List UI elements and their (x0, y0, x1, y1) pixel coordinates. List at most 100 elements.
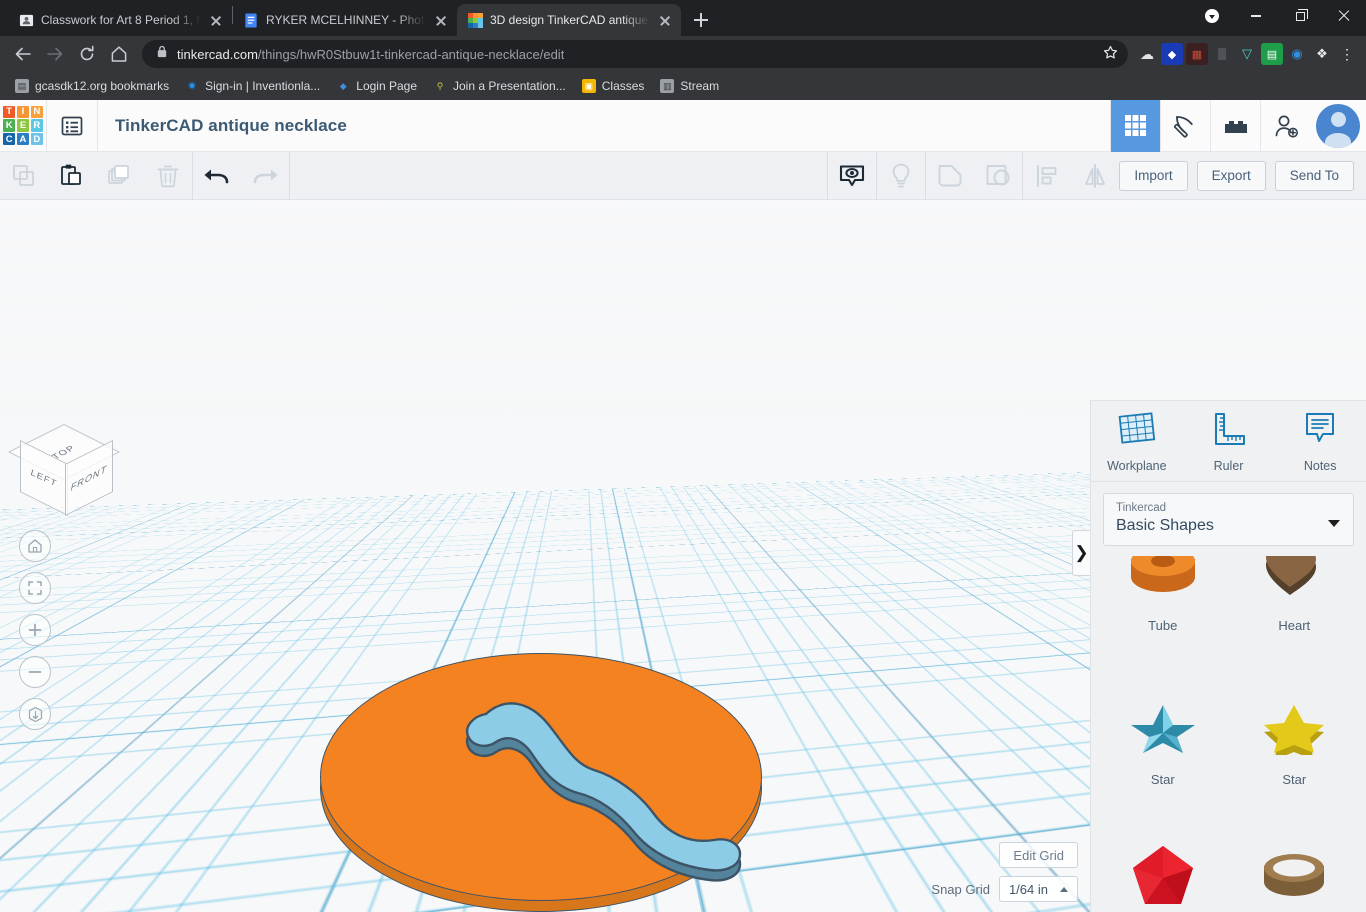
undo-icon[interactable] (193, 152, 241, 200)
shape-label: Star (1282, 771, 1307, 787)
browser-tab-0[interactable]: Classwork for Art 8 Period 1, MP (8, 4, 232, 36)
export-button[interactable]: Export (1196, 160, 1266, 191)
restore-window-button[interactable] (1278, 0, 1322, 32)
bookmark-item[interactable]: ▣ Classes (575, 76, 652, 96)
reload-icon[interactable] (72, 39, 102, 69)
tinkercad-logo[interactable]: T I N K E R C A D (0, 103, 46, 149)
bookmark-item[interactable]: ◆ Login Page (329, 76, 424, 96)
shapes-panel: Workplane Ruler Notes Tinkercad Basic Sh… (1090, 400, 1366, 912)
close-window-button[interactable] (1322, 0, 1366, 32)
3d-workspace[interactable]: TOP LEFT FRONT ❯ Edit Grid Snap Grid 1/6… (0, 200, 1366, 912)
shape-item-tube[interactable]: Tube (1097, 555, 1229, 666)
tab-close-icon[interactable] (433, 12, 449, 28)
bookmark-star-icon[interactable] (1103, 45, 1118, 63)
delete-trash-icon[interactable] (144, 152, 192, 200)
workplane-label: Workplane (1107, 459, 1167, 473)
model-group[interactable] (316, 652, 766, 912)
logo-tile: D (30, 133, 43, 146)
address-bar[interactable]: tinkercad.com/things/hwR0Stbuw1t-tinkerc… (142, 40, 1128, 68)
page-title[interactable]: TinkerCAD antique necklace (98, 116, 347, 136)
url-path: /things/hwR0Stbuw1t-tinkercad-antique-ne… (257, 46, 565, 62)
shield-badge-icon[interactable]: ◆ (1161, 43, 1183, 65)
record-icon[interactable]: ◉ (1286, 43, 1308, 65)
visibility-eye-icon[interactable] (828, 152, 876, 200)
logo-tile: R (30, 119, 43, 132)
fit-to-view-icon[interactable] (19, 572, 51, 604)
grid-controls: Edit Grid Snap Grid 1/64 in (931, 842, 1078, 902)
window-controls (1190, 0, 1366, 32)
puzzle-icon[interactable]: ❖ (1311, 43, 1333, 65)
gallery-grid-icon[interactable] (1110, 99, 1160, 152)
lock-icon (156, 45, 168, 63)
ruler-label: Ruler (1213, 459, 1244, 473)
duplicate-icon[interactable] (96, 152, 144, 200)
save-page-icon[interactable]: ▤ (1261, 43, 1283, 65)
ortho-perspective-icon[interactable] (19, 698, 51, 730)
bookmark-label: Stream (680, 79, 720, 93)
shape-item-star-pointed[interactable]: Star (1097, 666, 1229, 820)
browser-tab-2[interactable]: 3D design TinkerCAD antique ne (457, 4, 681, 36)
shape-grid[interactable]: Tube Heart Star Star (1091, 555, 1366, 912)
shape-library-select[interactable]: Tinkercad Basic Shapes (1103, 492, 1354, 546)
qr-code-icon[interactable]: ▒ (1211, 43, 1233, 65)
copy-icon[interactable] (0, 152, 48, 200)
paste-icon[interactable] (48, 152, 96, 200)
edit-grid-button[interactable]: Edit Grid (999, 842, 1078, 868)
group-icon[interactable] (926, 152, 974, 200)
browser-tab-title: RYKER MCELHINNEY - Photo Do (266, 13, 426, 27)
home-view-icon[interactable] (19, 530, 51, 562)
kebab-menu-icon[interactable]: ⋮ (1336, 43, 1358, 65)
pickaxe-icon[interactable] (1160, 99, 1210, 152)
browser-tab-1[interactable]: RYKER MCELHINNEY - Photo Do (233, 4, 457, 36)
blue-squiggle-shape[interactable] (316, 652, 766, 912)
classroom-icon: ▣ (581, 79, 596, 93)
cloud-icon[interactable]: ☁ (1136, 43, 1158, 65)
download-icon[interactable] (1190, 0, 1234, 32)
tab-close-icon[interactable] (208, 12, 224, 28)
logo-tile: N (30, 105, 43, 118)
diamond-icon: ◆ (339, 80, 347, 91)
google-docs-icon (243, 12, 259, 28)
new-tab-button[interactable] (687, 6, 715, 34)
tab-close-icon[interactable] (657, 12, 673, 28)
shape-label: Tube (1148, 617, 1178, 633)
blocks-icon[interactable] (1210, 99, 1260, 152)
vpn-shield-icon[interactable]: ▽ (1236, 43, 1258, 65)
bookmark-item[interactable]: ✷ Sign-in | Inventionla... (178, 76, 327, 96)
snap-grid-select[interactable]: 1/64 in (998, 876, 1078, 902)
zoom-out-icon[interactable] (19, 656, 51, 688)
import-button[interactable]: Import (1119, 160, 1188, 191)
ruler-tool[interactable]: Ruler (1183, 410, 1275, 473)
workplane-tool[interactable]: Workplane (1091, 410, 1183, 473)
add-user-icon[interactable] (1260, 99, 1310, 152)
align-icon[interactable] (1023, 152, 1071, 200)
send-to-button[interactable]: Send To (1274, 160, 1354, 191)
mirror-icon[interactable] (1071, 152, 1119, 200)
redo-icon[interactable] (241, 152, 289, 200)
address-bar-text: tinkercad.com/things/hwR0Stbuw1t-tinkerc… (177, 47, 564, 62)
panel-collapse-toggle[interactable]: ❯ (1072, 530, 1090, 576)
user-avatar[interactable] (1316, 103, 1360, 148)
squiggle-top (465, 702, 742, 872)
shape-item-heart[interactable]: Heart (1229, 555, 1361, 666)
bookmark-item[interactable]: ⚲ Join a Presentation... (426, 76, 573, 96)
view-cube[interactable]: TOP LEFT FRONT (8, 422, 120, 516)
bookmark-item[interactable]: ▥ Stream (653, 76, 726, 96)
notes-label: Notes (1303, 459, 1337, 473)
group-tools (926, 152, 1022, 200)
zoom-in-icon[interactable] (19, 614, 51, 646)
view-cube-front-label: FRONT (69, 462, 109, 494)
shape-item-ring[interactable]: Ring (1229, 820, 1361, 912)
minimize-window-button[interactable] (1234, 0, 1278, 32)
notes-tool[interactable]: Notes (1274, 410, 1366, 473)
lightbulb-icon[interactable] (877, 152, 925, 200)
ungroup-icon[interactable] (974, 152, 1022, 200)
qr-dark-icon[interactable]: ▦ (1186, 43, 1208, 65)
home-icon[interactable] (104, 39, 134, 69)
bookmark-item[interactable]: ▤ gcasdk12.org bookmarks (8, 76, 176, 96)
list-menu-icon[interactable] (47, 100, 97, 152)
shape-item-star-extruded[interactable]: Star (1229, 666, 1361, 820)
back-icon[interactable] (8, 39, 38, 69)
forward-icon[interactable] (40, 39, 70, 69)
shape-item-icosahedron[interactable]: Icosahedron (1097, 820, 1229, 912)
